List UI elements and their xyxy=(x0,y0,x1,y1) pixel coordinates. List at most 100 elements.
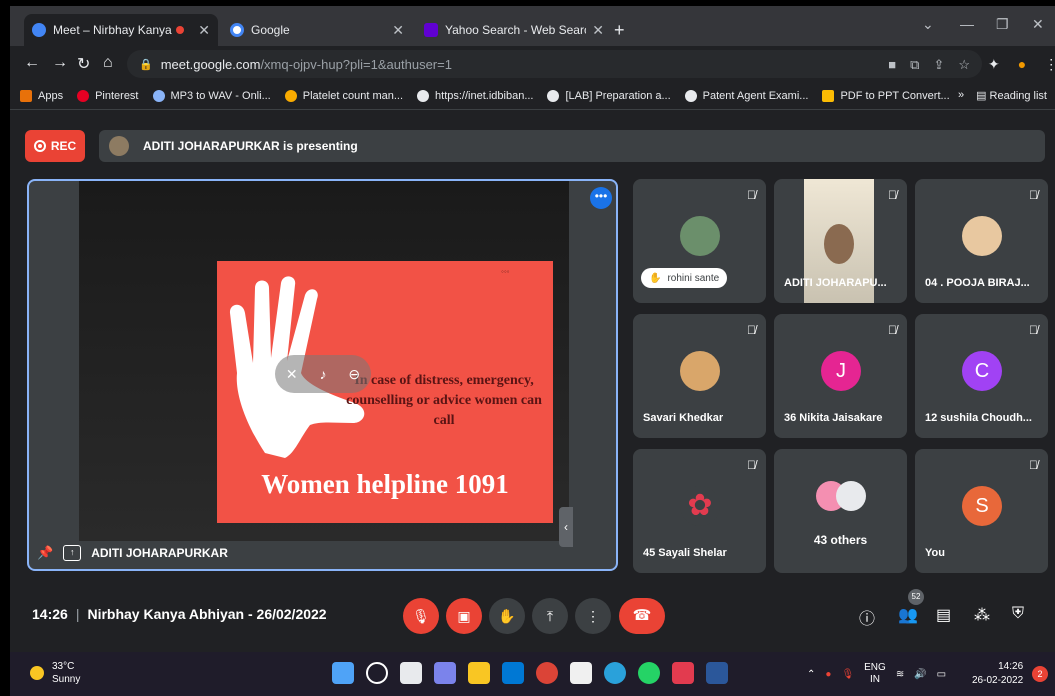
present-icon: ↑ xyxy=(63,545,82,561)
bookmark-label: MP3 to WAV - Onli... xyxy=(170,89,271,102)
people-icon[interactable]: 👥 xyxy=(898,605,918,625)
app-icon[interactable] xyxy=(672,662,694,684)
meeting-details-icon[interactable]: ⓘ xyxy=(859,605,875,629)
microphone-tray-icon[interactable]: 🎙 xyxy=(841,669,854,680)
present-now-button[interactable]: ⤒ xyxy=(532,598,568,634)
open-in-app-icon[interactable]: ⧉ xyxy=(910,57,919,73)
tray-app-icon[interactable]: ● xyxy=(825,669,831,680)
bookmarks-bar: Apps Pinterest MP3 to WAV - Onli... Plat… xyxy=(10,82,1055,110)
bookmark-lab[interactable]: [LAB] Preparation a... xyxy=(547,89,671,102)
recording-button[interactable]: REC xyxy=(25,130,85,162)
others-tile[interactable]: 43 others xyxy=(774,449,907,573)
participant-name: rohini sante xyxy=(667,272,720,284)
new-tab-button[interactable]: + xyxy=(614,20,625,41)
minimize-button[interactable]: — xyxy=(960,16,974,32)
camera-off-button[interactable]: ▣ xyxy=(446,598,482,634)
raise-hand-button[interactable]: ✋ xyxy=(489,598,525,634)
windows-start-icon[interactable] xyxy=(332,662,354,684)
reading-list-button[interactable]: ▤ Reading list xyxy=(976,89,1047,102)
bookmark-apps[interactable]: Apps xyxy=(20,89,63,102)
bookmark-patent[interactable]: Patent Agent Exami... xyxy=(684,89,808,102)
tab-search-icon[interactable]: ⌄ xyxy=(922,16,934,33)
microphone-icon[interactable]: ♪ xyxy=(320,366,327,382)
browser-window: Meet – Nirbhay Kanya Abhiy ✕ Google ✕ Ya… xyxy=(10,6,1055,696)
pin-icon[interactable]: ✕ xyxy=(286,366,298,383)
tab-google[interactable]: Google ✕ xyxy=(222,14,412,46)
weather-widget[interactable]: 33°C Sunny xyxy=(30,660,80,686)
recording-dot-icon xyxy=(176,26,185,34)
bookmark-inet[interactable]: https://inet.idbiban... xyxy=(417,89,533,102)
meeting-title: Nirbhay Kanya Abhiyan - 26/02/2022 xyxy=(87,606,327,622)
bookmark-platelet[interactable]: Platelet count man... xyxy=(284,89,403,102)
forward-button[interactable]: → xyxy=(52,54,68,72)
clock[interactable]: 14:26 26-02-2022 xyxy=(972,660,1023,688)
notification-badge[interactable]: 2 xyxy=(1032,666,1048,682)
tab-yahoo[interactable]: Yahoo Search - Web Search ✕ xyxy=(416,14,612,46)
participant-tile[interactable]: 🎙̸ C 12 sushila Choudh... xyxy=(915,314,1048,438)
search-icon[interactable] xyxy=(366,662,388,684)
tile-overlay-controls: ✕ ♪ ⊖ xyxy=(275,355,371,393)
menu-icon[interactable]: ⋮ xyxy=(1044,56,1055,73)
close-icon[interactable]: ✕ xyxy=(392,22,404,39)
participant-tile[interactable]: 🎙̸ Savari Khedkar xyxy=(633,314,766,438)
share-icon[interactable]: ⇪ xyxy=(933,57,944,73)
chat-app-icon[interactable] xyxy=(434,662,456,684)
whatsapp-icon[interactable] xyxy=(638,662,660,684)
battery-icon[interactable]: ▭ xyxy=(937,669,946,680)
chrome-icon[interactable] xyxy=(536,662,558,684)
bookmark-pdf[interactable]: PDF to PPT Convert... xyxy=(822,89,950,102)
bookmark-pinterest[interactable]: Pinterest xyxy=(77,89,139,102)
presentation-tile[interactable]: ◦◦◦ In case of distress, emergency, coun… xyxy=(27,179,618,571)
slide-logo: ◦◦◦ xyxy=(501,267,510,276)
leave-call-button[interactable]: ☎ xyxy=(619,598,665,634)
more-options-button[interactable]: ⋮ xyxy=(575,598,611,634)
bookmark-star-icon[interactable]: ☆ xyxy=(958,57,970,73)
wifi-icon[interactable]: ≋ xyxy=(896,669,904,680)
more-options-icon[interactable]: ••• xyxy=(590,187,612,209)
meet-icon xyxy=(32,23,46,37)
participant-tile[interactable]: 🎙̸ ✿ 45 Sayali Shelar xyxy=(633,449,766,573)
extensions-icon[interactable]: ✦ xyxy=(988,56,1000,73)
language-indicator[interactable]: ENG IN xyxy=(864,662,886,686)
collapse-handle[interactable]: ‹ xyxy=(559,507,573,547)
tab-meet[interactable]: Meet – Nirbhay Kanya Abhiy ✕ xyxy=(24,14,218,46)
chat-icon[interactable]: ▤ xyxy=(936,605,951,625)
participant-tile[interactable]: 🎙̸ ✋ rohini sante xyxy=(633,179,766,303)
task-view-icon[interactable] xyxy=(400,662,422,684)
host-controls-icon[interactable]: ⛨ xyxy=(1012,605,1024,623)
notepad-icon[interactable] xyxy=(570,662,592,684)
self-tile[interactable]: 🎙̸ S You xyxy=(915,449,1048,573)
profile-avatar[interactable]: ● xyxy=(1018,56,1026,73)
bookmark-label: Pinterest xyxy=(95,89,139,102)
close-icon[interactable]: ✕ xyxy=(592,22,604,39)
close-window-button[interactable]: ✕ xyxy=(1032,16,1044,33)
participant-tile[interactable]: 🎙̸ ADITI JOHARAPU... xyxy=(774,179,907,303)
telegram-icon[interactable] xyxy=(604,662,626,684)
camera-indicator-icon[interactable]: ■ xyxy=(888,57,896,73)
google-icon xyxy=(230,23,244,37)
others-count: 43 others xyxy=(813,533,868,547)
close-icon[interactable]: ✕ xyxy=(198,22,210,39)
address-bar[interactable]: 🔒 meet.google.com/xmq-ojpv-hup?pli=1&aut… xyxy=(127,50,982,78)
participant-tile[interactable]: 🎙̸ 04 . POOJA BIRAJ... xyxy=(915,179,1048,303)
store-icon[interactable] xyxy=(502,662,524,684)
activities-icon[interactable]: ⁂ xyxy=(974,605,990,625)
mic-off-button[interactable]: 🎙 xyxy=(403,598,439,634)
chevron-up-icon[interactable]: ⌃ xyxy=(807,669,815,680)
restore-button[interactable]: ❐ xyxy=(996,16,1009,33)
word-icon[interactable] xyxy=(706,662,728,684)
bookmark-mp3[interactable]: MP3 to WAV - Onli... xyxy=(152,89,271,102)
language-bottom: IN xyxy=(869,674,880,685)
pdf-icon xyxy=(822,89,835,102)
pin-icon[interactable]: 📌 xyxy=(37,545,53,561)
more-bookmarks-icon[interactable]: » xyxy=(958,89,964,102)
volume-icon[interactable]: 🔊 xyxy=(914,669,926,680)
participant-name-chip: ✋ rohini sante xyxy=(641,268,728,288)
home-button[interactable]: ⌂ xyxy=(103,54,113,72)
file-explorer-icon[interactable] xyxy=(468,662,490,684)
back-button[interactable]: ← xyxy=(24,54,40,72)
reload-button[interactable]: ↻ xyxy=(77,54,90,74)
participant-tile[interactable]: 🎙̸ J 36 Nikita Jaisakare xyxy=(774,314,907,438)
remove-icon[interactable]: ⊖ xyxy=(348,366,360,383)
site-icon xyxy=(284,89,297,102)
